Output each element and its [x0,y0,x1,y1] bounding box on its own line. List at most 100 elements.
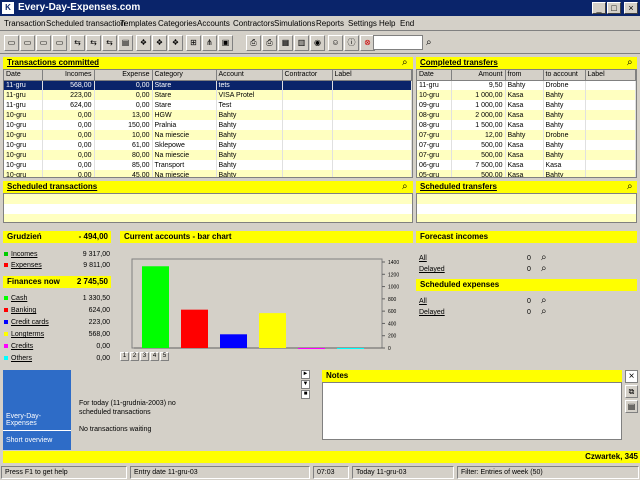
template-transfer-icon[interactable]: ❖ [168,35,183,51]
close-notes-icon[interactable]: × [625,370,638,383]
col-label[interactable]: Label [585,70,636,81]
copy-icon[interactable]: ⧉ [625,385,638,398]
scheduled-transfer-icon[interactable]: ⇆ [102,35,117,51]
table-row[interactable]: 10-gru 1 000,00 Kasa Bahty [417,90,636,100]
table-row[interactable]: 10-gru 0,00 150,00 Pralnia Bahty [4,120,412,130]
forecast-all-search-icon[interactable]: ⌕ [541,253,547,263]
table-row[interactable]: 11-gru 9,50 Bahty Drobne [417,80,636,90]
template-income-icon[interactable]: ❖ [136,35,151,51]
down-arrow-icon[interactable]: ▼ [301,380,310,389]
chart-page-button[interactable]: 3 [140,352,149,361]
info-icon[interactable]: ⓘ [344,35,359,51]
chart-icon[interactable]: ▥ [294,35,309,51]
paste-icon[interactable]: ▤ [625,400,638,413]
table-row[interactable]: 10-gru 0,00 10,00 Na miescie Bahty [4,130,412,140]
forecast-all-link[interactable]: All [419,254,427,264]
short-overview-tab[interactable]: Short overview [6,437,52,444]
finance-item-others[interactable]: Others 0,00 [4,353,112,364]
sched-all-link[interactable]: All [419,297,427,307]
table-row[interactable]: 06-gru 7 500,00 Kasa Kasa [417,160,636,170]
summary-expenses[interactable]: Expenses 9 811,00 [4,260,112,271]
table-row[interactable]: 05-gru 500,00 Kasa Bahty [417,170,636,177]
col-to-account[interactable]: to account [543,70,586,81]
close-window-button[interactable]: × [624,2,638,14]
table-row[interactable]: 07-gru 500,00 Kasa Bahty [417,140,636,150]
menu-accounts[interactable]: Accounts [197,18,230,29]
accounts-icon[interactable]: ▣ [218,35,233,51]
play-icon[interactable]: ► [301,370,310,379]
menu-contractors[interactable]: Contractors [233,18,274,29]
table-row[interactable]: 11-gru 223,00 0,00 Stare VISA Protel [4,90,412,100]
table-row[interactable]: 07-gru 12,00 Bahty Drobne [417,130,636,140]
notes-textarea[interactable] [322,382,622,440]
table-row[interactable]: 09-gru 1 000,00 Kasa Bahty [417,100,636,110]
menu-help[interactable]: Help [379,18,395,29]
transactions-grid[interactable]: Date Incomes Expense Category Account Co… [3,69,413,178]
col-date[interactable]: Date [417,70,452,81]
stop-square-icon[interactable]: ■ [301,390,310,399]
sched-delayed-link[interactable]: Delayed [419,308,445,318]
finance-item-banking[interactable]: Banking 624,00 [4,305,112,316]
table-row[interactable]: 10-gru 0,00 45,00 Na miescie Bahty [4,170,412,177]
categories-icon[interactable]: ⊞ [186,35,201,51]
edit-document-icon[interactable]: ▭ [52,35,67,51]
chart-page-button[interactable]: 4 [150,352,159,361]
report-icon[interactable]: ▦ [278,35,293,51]
tree-icon[interactable]: ⋔ [202,35,217,51]
col-expense[interactable]: Expense [94,70,153,81]
col-from[interactable]: from [505,70,544,81]
menu-settings[interactable]: Settings [348,18,377,29]
scheduled-income-icon[interactable]: ⇆ [70,35,85,51]
minimize-button[interactable]: _ [592,2,606,14]
finance-item-cash[interactable]: Cash 1 330,50 [4,293,112,304]
print-preview-icon[interactable]: ⎙ [262,35,277,51]
transactions-search-icon[interactable]: ⌕ [402,58,408,68]
new-income-icon[interactable]: ▭ [4,35,19,51]
table-row[interactable]: 11-gru 568,00 0,00 Stare tets [4,80,412,90]
scheduled-expense-icon[interactable]: ⇆ [86,35,101,51]
forecast-delayed-link[interactable]: Delayed [419,265,445,275]
sched-delayed-search-icon[interactable]: ⌕ [541,307,547,317]
table-row[interactable]: 11-gru 624,00 0,00 Stare Test [4,100,412,110]
new-expense-icon[interactable]: ▭ [20,35,35,51]
toolbar-search-input[interactable] [373,35,423,50]
user-icon[interactable]: ☺ [328,35,343,51]
finance-item-credits[interactable]: Credits 0,00 [4,341,112,352]
menu-simulations[interactable]: Simulations [274,18,315,29]
col-incomes[interactable]: Incomes [42,70,95,81]
table-row[interactable]: 08-gru 2 000,00 Kasa Bahty [417,110,636,120]
sched-all-search-icon[interactable]: ⌕ [541,296,547,306]
scheduled-transfers-grid[interactable] [416,193,637,223]
menu-transaction[interactable]: Transaction [4,18,46,29]
search-icon[interactable]: ⌕ [426,38,432,48]
menu-templates[interactable]: Templates [120,18,156,29]
forecast-delayed-search-icon[interactable]: ⌕ [541,264,547,274]
table-row[interactable]: 07-gru 500,00 Kasa Bahty [417,150,636,160]
col-category[interactable]: Category [152,70,217,81]
calculator-icon[interactable]: ◉ [310,35,325,51]
menu-reports[interactable]: Reports [316,18,344,29]
summary-incomes[interactable]: Incomes 9 317,00 [4,249,112,260]
menu-end[interactable]: End [400,18,414,29]
chart-page-button[interactable]: 5 [160,352,169,361]
chart-page-button[interactable]: 1 [120,352,129,361]
transfers-search-icon[interactable]: ⌕ [627,58,633,68]
print-icon[interactable]: ⎙ [246,35,261,51]
maximize-button[interactable]: □ [607,2,621,14]
template-expense-icon[interactable]: ❖ [152,35,167,51]
table-row[interactable]: 10-gru 0,00 61,00 Sklepowe Bahty [4,140,412,150]
menu-categories[interactable]: Categories [158,18,197,29]
schedule-list-icon[interactable]: ▤ [118,35,133,51]
new-transfer-icon[interactable]: ▭ [36,35,51,51]
chart-page-button[interactable]: 2 [130,352,139,361]
table-row[interactable]: 08-gru 1 500,00 Kasa Bahty [417,120,636,130]
scheduled-transactions-search-icon[interactable]: ⌕ [402,182,408,192]
menu-scheduled-transaction[interactable]: Scheduled transaction [46,18,125,29]
scheduled-transactions-grid[interactable] [3,193,413,223]
finance-item-credit-cards[interactable]: Credit cards 223,00 [4,317,112,328]
col-account[interactable]: Account [216,70,283,81]
col-amount[interactable]: Amount [451,70,506,81]
col-label[interactable]: Label [332,70,412,81]
transfers-grid[interactable]: Date Amount from to account Label 11-gru… [416,69,637,178]
table-row[interactable]: 10-gru 0,00 85,00 Transport Bahty [4,160,412,170]
